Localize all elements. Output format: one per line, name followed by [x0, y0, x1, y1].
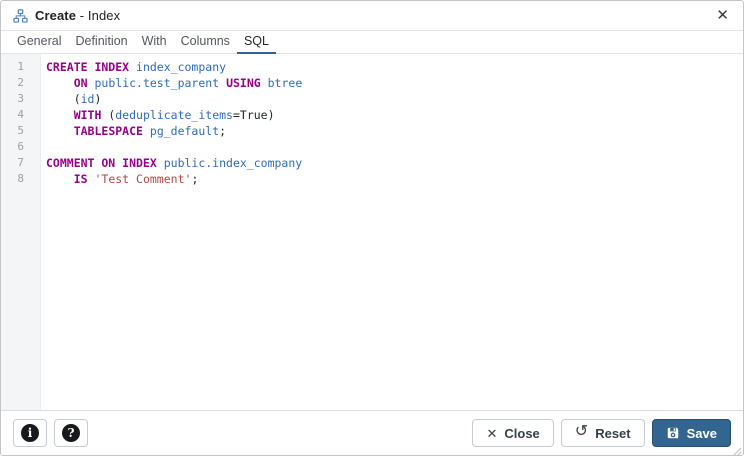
- code-line[interactable]: IS 'Test Comment';: [46, 171, 739, 187]
- gutter: 1 2 3 4 5 6 7 8: [1, 54, 41, 410]
- code-token: pg_default: [149, 124, 220, 138]
- line-number: 5: [17, 124, 24, 137]
- code-token: ;: [191, 172, 199, 186]
- sql-editor[interactable]: 1 2 3 4 5 6 7 8 CREATE INDEX index_company ON p…: [1, 54, 743, 410]
- code-line[interactable]: TABLESPACE pg_default;: [46, 123, 739, 139]
- close-x-icon: ✕: [486, 425, 498, 441]
- tab-bar: General Definition With Columns SQL: [1, 31, 743, 54]
- code-line[interactable]: WITH (deduplicate_items=True): [46, 107, 739, 123]
- code-lines[interactable]: CREATE INDEX index_company ON public.tes…: [41, 54, 743, 410]
- create-index-dialog: Create - Index ✕ General Definition With…: [0, 0, 744, 456]
- dialog-header: Create - Index ✕: [1, 1, 743, 31]
- line-number: 8: [17, 172, 24, 185]
- code-line[interactable]: [46, 139, 739, 155]
- line-number: 6: [17, 140, 24, 153]
- code-token: (: [101, 108, 116, 122]
- line-number: 4: [17, 108, 24, 121]
- index-sitemap-icon: [13, 8, 28, 23]
- help-button[interactable]: ?: [54, 419, 88, 447]
- code-token: btree: [267, 76, 303, 90]
- line-number: 3: [17, 92, 24, 105]
- code-token: TABLESPACE: [73, 124, 143, 138]
- close-button[interactable]: ✕ Close: [472, 419, 554, 447]
- code-token: 'Test Comment': [94, 172, 192, 186]
- tab-with[interactable]: With: [135, 32, 174, 54]
- save-button[interactable]: Save: [651, 419, 731, 447]
- code-token: IS: [73, 172, 88, 186]
- dialog-footer: i ? ✕ Close ↺ Reset Save: [1, 410, 743, 455]
- reset-arrow-icon: ↺: [574, 423, 589, 440]
- tab-sql[interactable]: SQL: [236, 32, 276, 54]
- resize-grip-icon[interactable]: [731, 443, 742, 455]
- code-token: ): [94, 92, 102, 106]
- code-token: public.test_parent: [94, 76, 220, 90]
- line-number: 2: [17, 76, 24, 89]
- tab-general[interactable]: General: [10, 32, 68, 54]
- tab-definition[interactable]: Definition: [68, 32, 134, 54]
- code-token: deduplicate_items: [115, 108, 233, 122]
- tab-columns[interactable]: Columns: [174, 32, 237, 54]
- code-token: COMMENT ON INDEX: [46, 156, 157, 170]
- question-icon: ?: [62, 424, 80, 442]
- dialog-title: Create - Index: [35, 8, 120, 23]
- dialog-close-icon[interactable]: ✕: [714, 6, 731, 25]
- dialog-title-action: Create: [35, 8, 77, 23]
- info-button[interactable]: i: [13, 419, 47, 447]
- code-line[interactable]: ON public.test_parent USING btree: [46, 75, 739, 91]
- dialog-title-object: - Index: [76, 8, 121, 23]
- code-line[interactable]: (id): [46, 91, 739, 107]
- info-icon: i: [21, 424, 39, 442]
- code-token: index_company: [136, 60, 227, 74]
- code-token: ;: [219, 124, 227, 138]
- close-button-label: Close: [504, 425, 540, 441]
- code-token: CREATE INDEX: [46, 60, 130, 74]
- code-token: ON: [73, 76, 88, 90]
- code-line[interactable]: CREATE INDEX index_company: [46, 59, 739, 75]
- line-number: 1: [17, 60, 24, 73]
- code-token: =True): [232, 108, 275, 122]
- code-token: USING: [226, 76, 261, 90]
- save-floppy-icon: [666, 426, 680, 440]
- reset-button[interactable]: ↺ Reset: [560, 419, 645, 447]
- code-token: public.index_company: [163, 156, 303, 170]
- code-line[interactable]: COMMENT ON INDEX public.index_company: [46, 155, 739, 171]
- save-button-label: Save: [686, 425, 717, 441]
- reset-button-label: Reset: [595, 425, 631, 441]
- code-token: (: [46, 92, 81, 106]
- code-token: WITH: [73, 108, 102, 122]
- code-token: id: [80, 92, 95, 106]
- line-number: 7: [17, 156, 24, 169]
